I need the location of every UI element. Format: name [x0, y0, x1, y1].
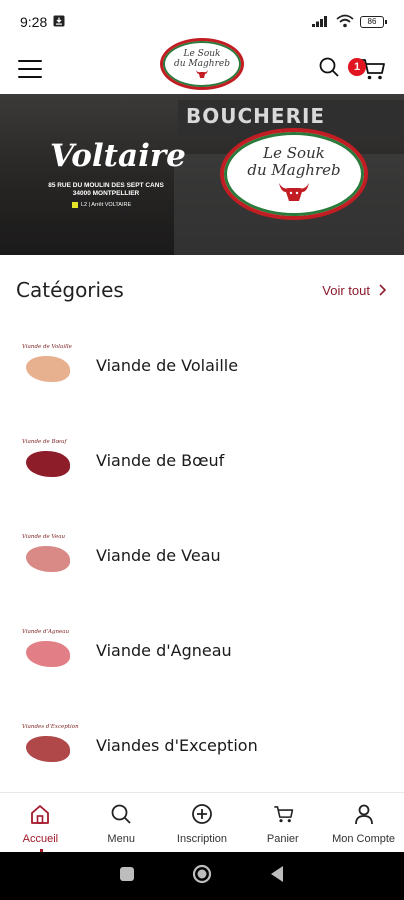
- metro-marker-icon: [72, 202, 78, 208]
- notification-icon: [53, 14, 65, 30]
- banner-logo: Le Souk du Maghreb: [220, 128, 368, 220]
- search-icon: [110, 803, 132, 830]
- nav-item-mon-compte[interactable]: Mon Compte: [324, 803, 404, 845]
- category-label: Viande de Veau: [96, 546, 221, 565]
- home-icon: [29, 803, 51, 830]
- banner-address-line-2: 34000 MONTPELLIER: [72, 190, 140, 197]
- back-button[interactable]: [269, 865, 285, 888]
- banner-address-line-1: 85 RUE DU MOULIN DES SEPT CANS: [48, 182, 164, 189]
- status-time: 9:28: [20, 14, 48, 30]
- store-banner[interactable]: BOUCHERIE Voltaire 85 RUE DU MOULIN DES …: [0, 94, 404, 255]
- category-item-veau[interactable]: Viande de Veau Viande de Veau: [0, 508, 404, 603]
- categories-header: Catégories Voir tout: [16, 278, 386, 302]
- bull-icon: [196, 70, 208, 78]
- lamb-meat-image: [26, 640, 70, 667]
- category-list: Viande de Volaille Viande de Volaille Vi…: [0, 318, 404, 793]
- hamburger-menu-button[interactable]: [18, 60, 42, 78]
- brand-logo[interactable]: Le Souk du Maghreb: [160, 38, 244, 90]
- category-label: Viande d'Agneau: [96, 641, 232, 660]
- status-left: 9:28: [20, 14, 65, 30]
- app-header: Le Souk du Maghreb 1: [0, 38, 404, 94]
- banner-logo-line-2: du Maghreb: [247, 161, 341, 179]
- category-thumbnail: Viande de Veau: [22, 534, 76, 578]
- nav-item-panier[interactable]: Panier: [243, 803, 323, 845]
- veal-meat-image: [26, 545, 70, 572]
- thumbnail-caption: Viande de Bœuf: [22, 438, 67, 445]
- nav-label: Mon Compte: [332, 833, 396, 845]
- plus-circle-icon: [191, 803, 213, 830]
- battery-icon: 86: [360, 16, 387, 28]
- banner-store-name: Voltaire: [50, 138, 186, 174]
- category-item-boeuf[interactable]: Viande de Bœuf Viande de Bœuf: [0, 413, 404, 508]
- logo-line-1: Le Souk: [183, 49, 221, 59]
- category-item-agneau[interactable]: Viande d'Agneau Viande d'Agneau: [0, 603, 404, 698]
- nav-label: Panier: [266, 833, 299, 845]
- category-label: Viande de Bœuf: [96, 451, 225, 470]
- bottom-navigation: Accueil Menu Inscription Panier Mon Comp…: [0, 792, 404, 852]
- nav-label: Inscription: [176, 833, 228, 845]
- banner-sign-text: BOUCHERIE: [186, 104, 326, 128]
- nav-item-inscription[interactable]: Inscription: [162, 803, 242, 845]
- banner-address: 85 RUE DU MOULIN DES SEPT CANS 34000 MON…: [36, 182, 176, 198]
- wifi-icon: [336, 14, 354, 31]
- nav-item-menu[interactable]: Menu: [81, 803, 161, 845]
- signal-icon: [312, 14, 330, 30]
- exception-meat-image: [26, 735, 70, 762]
- thumbnail-caption: Viande de Veau: [22, 533, 66, 540]
- category-label: Viande de Volaille: [96, 356, 239, 375]
- categories-title: Catégories: [16, 278, 124, 302]
- system-navigation-bar: [0, 852, 404, 900]
- thumbnail-caption: Viandes d'Exception: [22, 723, 79, 730]
- category-thumbnail: Viande de Bœuf: [22, 439, 76, 483]
- poultry-meat-image: [26, 355, 70, 382]
- thumbnail-caption: Viande d'Agneau: [22, 628, 70, 635]
- cart-count-badge: 1: [348, 58, 366, 76]
- nav-label: Menu: [107, 833, 135, 845]
- category-item-exception[interactable]: Viandes d'Exception Viandes d'Exception: [0, 698, 404, 793]
- status-right: 86: [312, 14, 387, 31]
- home-button[interactable]: [192, 864, 212, 889]
- logo-line-2: du Maghreb: [174, 59, 230, 69]
- banner-logo-line-1: Le Souk: [263, 144, 325, 162]
- cart-button[interactable]: 1: [348, 56, 386, 82]
- cart-icon: [272, 803, 294, 830]
- category-thumbnail: Viandes d'Exception: [22, 723, 79, 768]
- banner-metro-info: L2 | Arrêt VOLTAIRE: [72, 202, 131, 208]
- category-item-volaille[interactable]: Viande de Volaille Viande de Volaille: [0, 318, 404, 413]
- search-icon[interactable]: [318, 56, 340, 83]
- chevron-right-icon: [379, 284, 386, 296]
- see-all-label: Voir tout: [322, 282, 370, 298]
- category-label: Viandes d'Exception: [96, 736, 258, 755]
- header-actions: 1: [318, 56, 386, 83]
- banner-metro-text: L2 | Arrêt VOLTAIRE: [81, 202, 132, 208]
- nav-item-accueil[interactable]: Accueil: [0, 803, 80, 845]
- see-all-link[interactable]: Voir tout: [322, 283, 386, 298]
- recents-button[interactable]: [119, 866, 135, 887]
- bull-head-icon: [279, 183, 309, 201]
- nav-label: Accueil: [22, 833, 59, 845]
- user-icon: [353, 803, 375, 830]
- category-thumbnail: Viande d'Agneau: [22, 629, 76, 673]
- category-thumbnail: Viande de Volaille: [22, 344, 76, 388]
- thumbnail-caption: Viande de Volaille: [22, 343, 72, 350]
- beef-meat-image: [26, 450, 70, 477]
